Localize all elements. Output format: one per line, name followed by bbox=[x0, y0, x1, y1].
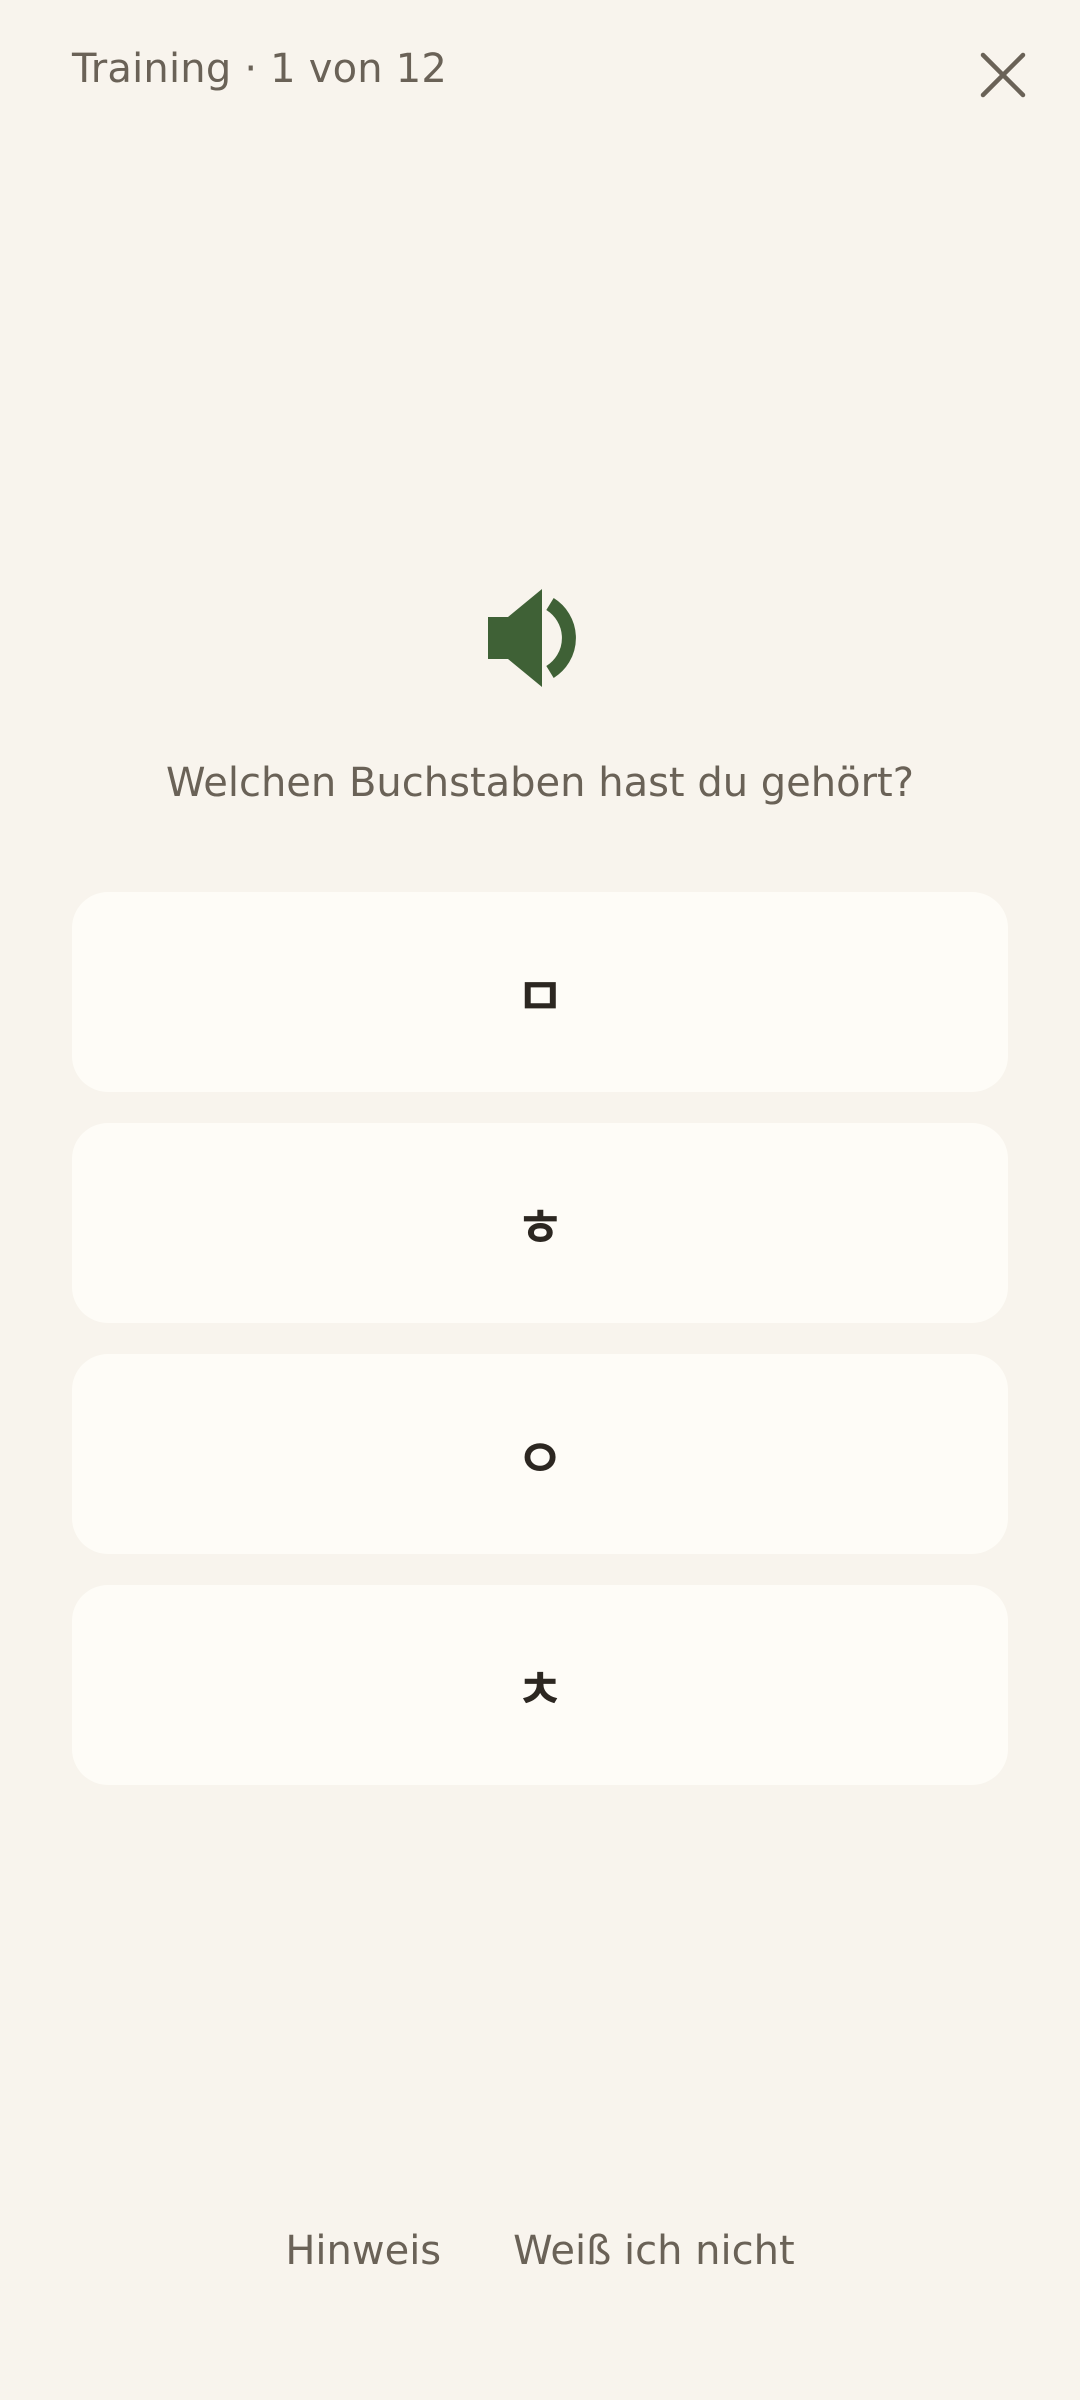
play-audio-button[interactable] bbox=[480, 580, 600, 695]
close-button[interactable] bbox=[966, 38, 1040, 112]
answer-option-3[interactable]: ㅇ bbox=[72, 1354, 1008, 1554]
dont-know-button[interactable]: Weiß ich nicht bbox=[513, 2228, 795, 2274]
answer-option-label: ㅁ bbox=[516, 967, 564, 1028]
header: Training · 1 von 12 bbox=[72, 38, 1040, 108]
question-prompt: Welchen Buchstaben hast du gehört? bbox=[166, 760, 914, 806]
answer-option-label: ㅇ bbox=[516, 1429, 564, 1490]
answer-option-label: ㅊ bbox=[516, 1660, 564, 1721]
footer-actions: Hinweis Weiß ich nicht bbox=[0, 2228, 1080, 2274]
answer-options: ㅁ ㅎ ㅇ ㅊ bbox=[72, 892, 1008, 1816]
progress-title: Training · 1 von 12 bbox=[72, 46, 448, 92]
close-icon bbox=[980, 52, 1026, 98]
hint-button[interactable]: Hinweis bbox=[285, 2228, 441, 2274]
answer-option-2[interactable]: ㅎ bbox=[72, 1123, 1008, 1323]
speaker-icon bbox=[488, 588, 576, 687]
answer-option-label: ㅎ bbox=[516, 1198, 564, 1259]
answer-option-1[interactable]: ㅁ bbox=[72, 892, 1008, 1092]
answer-option-4[interactable]: ㅊ bbox=[72, 1585, 1008, 1785]
